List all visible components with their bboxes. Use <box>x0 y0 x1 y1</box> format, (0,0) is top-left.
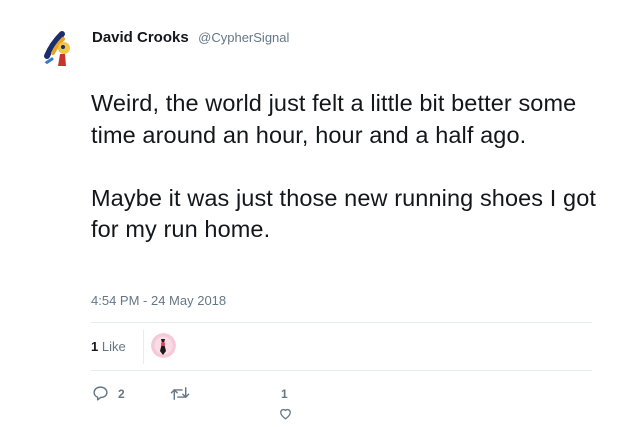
reply-button[interactable]: 2 <box>92 385 125 402</box>
retweet-button[interactable] <box>170 385 190 402</box>
author-display-name[interactable]: David Crooks <box>92 29 189 46</box>
author-avatar[interactable] <box>38 26 80 68</box>
tweet-paragraph: Weird, the world just felt a little bit … <box>91 90 577 148</box>
liker-avatar[interactable] <box>151 333 176 358</box>
likes-label: Like <box>101 339 126 354</box>
tweet-header: David Crooks @CypherSignal <box>92 29 289 47</box>
tweet-paragraph: Maybe it was just those new running shoe… <box>91 184 597 243</box>
retweet-icon <box>170 387 190 400</box>
tweet-text: Weird, the world just felt a little bit … <box>91 88 611 246</box>
reply-count: 2 <box>118 386 125 401</box>
like-count: 1 <box>281 387 288 401</box>
divider <box>143 330 144 364</box>
author-handle[interactable]: @CypherSignal <box>198 30 289 45</box>
likes-summary[interactable]: 1 Like <box>91 339 126 354</box>
divider <box>91 370 592 371</box>
likes-count: 1 <box>91 339 99 354</box>
tweet-timestamp[interactable]: 4:54 PM - 24 May 2018 <box>91 293 226 308</box>
heart-icon <box>280 408 291 420</box>
avatar-image <box>44 31 70 66</box>
like-button[interactable] <box>278 407 293 425</box>
reply-icon <box>93 386 108 401</box>
divider <box>91 322 592 323</box>
avatar-image <box>151 333 176 358</box>
